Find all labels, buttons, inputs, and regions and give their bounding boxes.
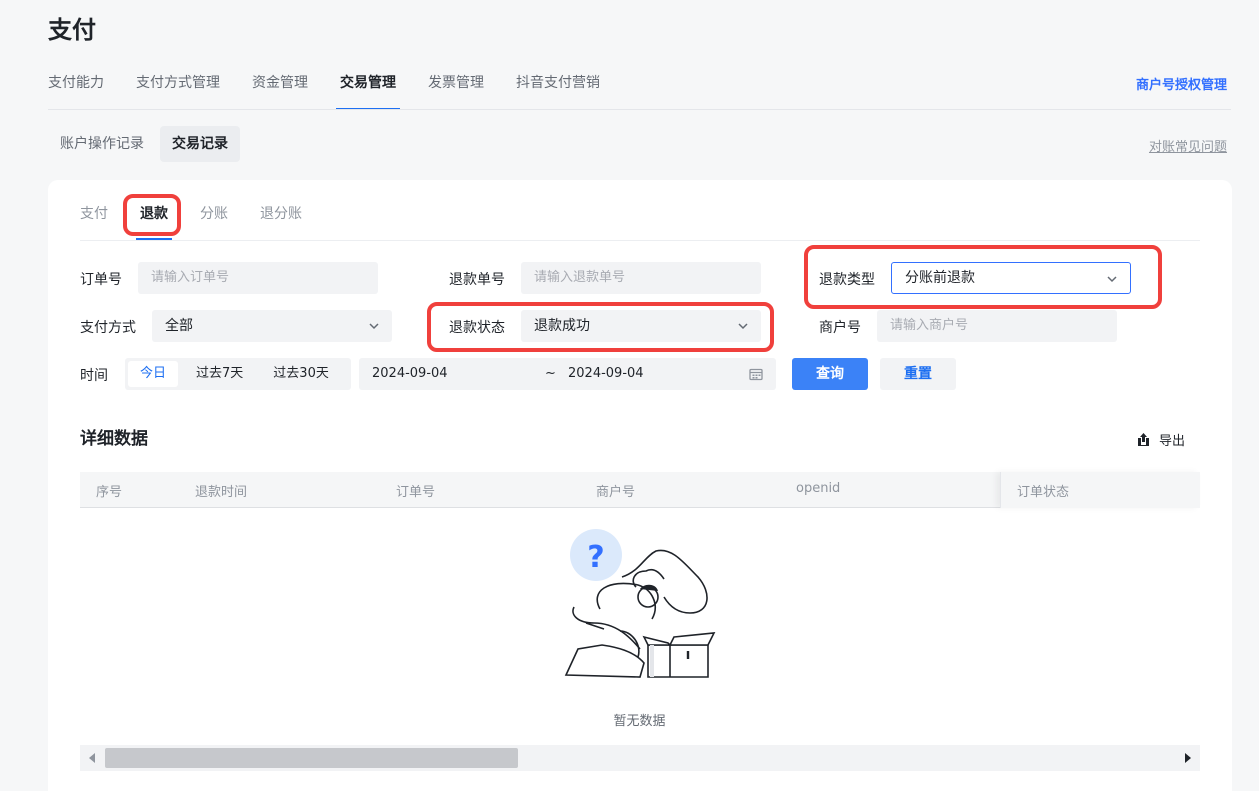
time-label: 时间 <box>80 368 108 384</box>
sticky-column-header: 订单状态 <box>1000 472 1200 508</box>
date-separator: ~ <box>545 366 556 381</box>
horizontal-scrollbar[interactable] <box>80 745 1200 771</box>
refund-no-label: 退款单号 <box>449 272 505 288</box>
subtab-account-operation-log[interactable]: 账户操作记录 <box>48 126 156 162</box>
page-title: 支付 <box>48 16 96 44</box>
column-header-order-status: 订单状态 <box>1017 485 1070 500</box>
reset-button[interactable]: 重置 <box>880 358 956 390</box>
column-header-index: 序号 <box>96 485 123 500</box>
column-header-order-no: 订单号 <box>396 485 436 500</box>
calendar-icon <box>749 368 763 381</box>
subtab-transaction-records[interactable]: 交易记录 <box>160 126 240 162</box>
sub-tabs: 账户操作记录 交易记录 <box>48 126 244 162</box>
export-icon <box>1138 433 1149 446</box>
empty-state-text: 暂无数据 <box>613 714 666 729</box>
reconciliation-faq-link[interactable]: 对账常见问题 <box>1149 136 1227 155</box>
column-header-refund-time: 退款时间 <box>195 485 248 500</box>
tab-payment-capability[interactable]: 支付能力 <box>48 70 104 110</box>
tab-transaction-management[interactable]: 交易管理 <box>336 70 400 110</box>
record-tab-payment[interactable]: 支付 <box>80 196 108 240</box>
main-tabs-divider <box>48 109 1231 110</box>
pay-method-select[interactable]: 全部 <box>152 310 392 342</box>
range-last-30-days[interactable]: 过去30天 <box>261 361 341 387</box>
order-no-label: 订单号 <box>80 272 122 288</box>
merchant-no-label: 商户号 <box>819 320 861 336</box>
record-type-tabs: 支付 退款 分账 退分账 <box>80 196 334 240</box>
merchant-authorization-link[interactable]: 商户号授权管理 <box>1136 74 1227 93</box>
record-tabs-divider <box>80 240 1200 241</box>
tab-douyin-payment-marketing[interactable]: 抖音支付营销 <box>516 70 600 110</box>
date-end: 2024-09-04 <box>568 366 644 381</box>
tab-invoice-management[interactable]: 发票管理 <box>428 70 484 110</box>
record-tab-split[interactable]: 分账 <box>200 196 228 240</box>
empty-state-illustration: ? <box>564 529 716 678</box>
refund-no-input[interactable]: 请输入退款单号 <box>521 262 761 294</box>
scrollbar-thumb[interactable] <box>105 748 518 768</box>
pay-method-label: 支付方式 <box>80 320 136 336</box>
main-tabs: 支付能力 支付方式管理 资金管理 交易管理 发票管理 抖音支付营销 <box>48 70 632 110</box>
scroll-left-icon[interactable] <box>89 753 95 763</box>
chevron-down-icon <box>369 323 379 330</box>
range-today[interactable]: 今日 <box>128 361 179 387</box>
tab-payment-method-management[interactable]: 支付方式管理 <box>136 70 220 110</box>
date-range-picker[interactable]: 2024-09-04 ~ 2024-09-04 <box>359 358 776 390</box>
annotation-highlight-refund-status <box>427 302 774 352</box>
scroll-right-icon[interactable] <box>1185 753 1191 763</box>
query-button[interactable]: 查询 <box>792 358 868 390</box>
column-header-merchant-no: 商户号 <box>596 485 636 500</box>
range-last-7-days[interactable]: 过去7天 <box>184 361 255 387</box>
svg-text:?: ? <box>587 540 604 575</box>
tab-fund-management[interactable]: 资金管理 <box>252 70 308 110</box>
annotation-highlight-refund-type <box>804 245 1162 309</box>
detail-section-title: 详细数据 <box>80 429 148 449</box>
merchant-no-input[interactable]: 请输入商户号 <box>877 310 1117 342</box>
time-quick-range: 今日 过去7天 过去30天 <box>125 358 351 390</box>
record-tab-split-refund[interactable]: 退分账 <box>260 196 302 240</box>
order-no-input[interactable]: 请输入订单号 <box>138 262 378 294</box>
export-label: 导出 <box>1159 434 1186 449</box>
annotation-highlight-refund-tab <box>123 194 181 236</box>
table-header: 序号 退款时间 订单号 商户号 openid 订单状态 <box>80 472 1200 508</box>
column-header-openid: openid <box>796 481 841 496</box>
date-start: 2024-09-04 <box>372 366 448 381</box>
export-button[interactable]: 导出 <box>1136 430 1185 449</box>
pay-method-value: 全部 <box>165 318 193 334</box>
